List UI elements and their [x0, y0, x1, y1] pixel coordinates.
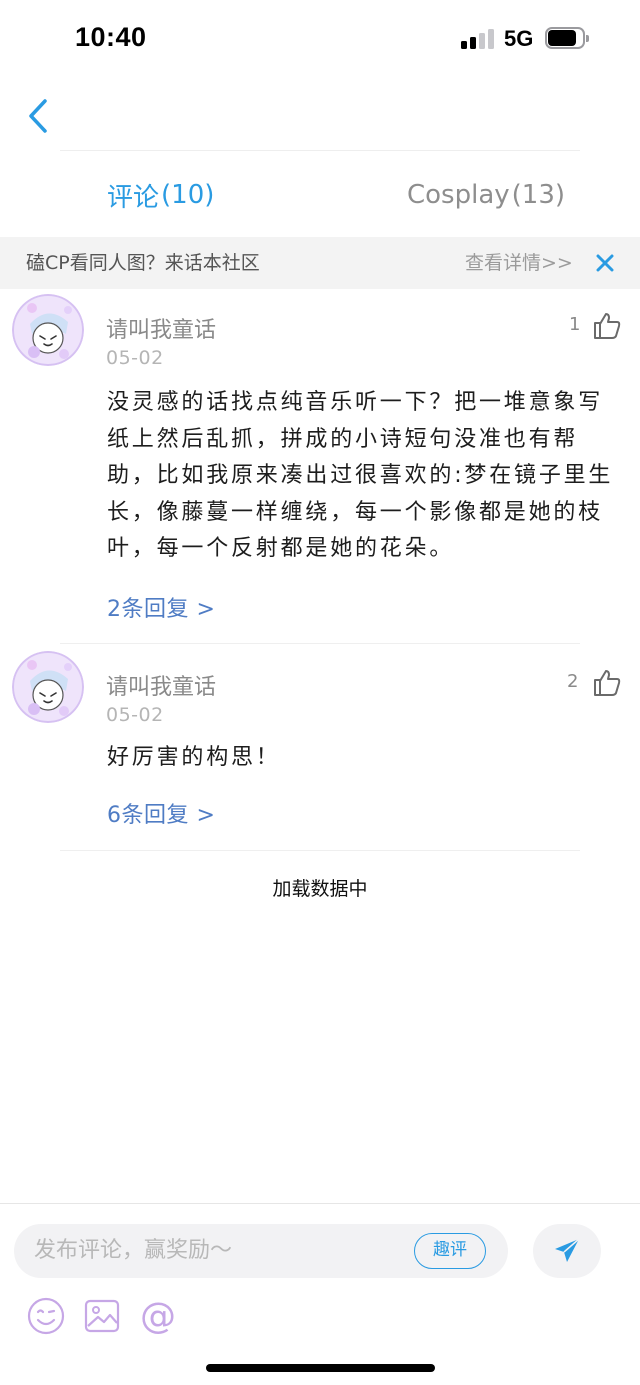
image-icon — [84, 1299, 120, 1333]
tab-comments[interactable]: 评论 (10) — [107, 168, 214, 222]
comment-input-placeholder: 发布评论，赢奖励～ — [34, 1238, 233, 1263]
tab-cosplay-count: (13) — [511, 180, 566, 210]
close-icon — [596, 254, 614, 272]
thumbs-up-icon — [594, 313, 621, 339]
emoji-button[interactable] — [26, 1296, 66, 1336]
like-count: 1 — [569, 314, 581, 335]
signal-strength-icon — [461, 27, 495, 49]
chevron-left-icon — [29, 99, 47, 133]
loading-text: 加载数据中 — [272, 878, 368, 900]
replies-link[interactable]: 2条回复 > — [107, 591, 215, 623]
comment-username[interactable]: 请叫我童话 — [106, 669, 216, 701]
nav-divider — [60, 150, 580, 151]
quping-button[interactable]: 趣评 — [414, 1233, 486, 1269]
promo-banner: 磕CP看同人图？来话本社区 查看详情>> — [0, 237, 640, 289]
at-icon[interactable]: @ — [138, 1296, 178, 1337]
avatar[interactable] — [12, 294, 84, 366]
status-bar: 10:40 5G — [0, 0, 640, 78]
network-type: 5G — [504, 26, 534, 51]
comment-text: 没灵感的话找点纯音乐听一下？把一堆意象写纸上然后乱抓，拼成的小诗短句没准也有帮助… — [107, 390, 614, 561]
home-indicator — [206, 1364, 435, 1372]
avatar[interactable] — [12, 651, 84, 723]
tab-bar: 评论 (10) Cosplay (13) — [0, 168, 640, 222]
like-count: 2 — [567, 671, 579, 692]
tab-cosplay-label: Cosplay — [407, 180, 510, 210]
promo-details-link[interactable]: 查看详情>> — [465, 237, 573, 289]
comment-divider — [60, 643, 580, 644]
like-button[interactable] — [592, 311, 622, 341]
tab-cosplay[interactable]: Cosplay (13) — [407, 168, 565, 222]
back-button[interactable] — [18, 96, 58, 136]
comment-text: 好厉害的构思！ — [107, 745, 281, 770]
image-button[interactable] — [82, 1296, 122, 1336]
emoji-icon — [27, 1297, 65, 1335]
tab-comments-count: (10) — [161, 180, 215, 210]
comment-date: 05-02 — [106, 704, 164, 726]
like-button[interactable] — [592, 668, 622, 698]
screen: 10:40 5G 评论 (10) Cosplay (13) 磕CP看同人图？来话… — [0, 0, 640, 1385]
comment-divider — [60, 850, 580, 851]
comment-username[interactable]: 请叫我童话 — [106, 312, 216, 344]
promo-close-button[interactable] — [592, 250, 618, 276]
replies-link[interactable]: 6条回复 > — [107, 797, 215, 829]
comment-composer: 发布评论，赢奖励～ 趣评 @ — [0, 1203, 640, 1385]
tab-comments-label: 评论 — [107, 182, 160, 213]
send-button[interactable] — [533, 1224, 601, 1278]
battery-icon — [545, 27, 589, 49]
thumbs-up-icon — [594, 670, 621, 696]
status-time: 10:40 — [75, 22, 147, 52]
comment-date: 05-02 — [106, 347, 164, 369]
send-icon — [555, 1238, 580, 1262]
comment-input[interactable]: 发布评论，赢奖励～ 趣评 — [14, 1224, 508, 1278]
promo-text: 磕CP看同人图？来话本社区 — [26, 252, 260, 274]
